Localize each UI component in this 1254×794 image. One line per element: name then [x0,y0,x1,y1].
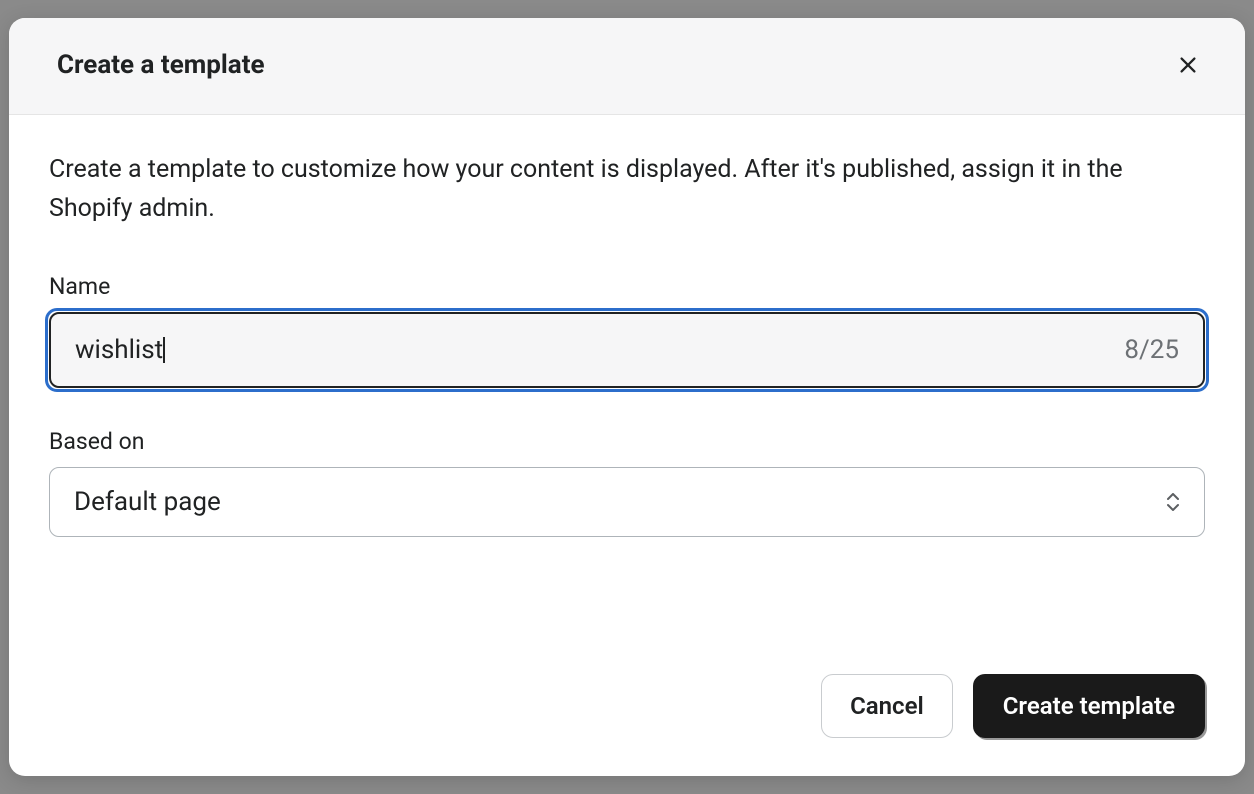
close-button[interactable] [1169,46,1207,84]
create-template-button[interactable]: Create template [973,674,1205,738]
based-on-select-wrapper: Default page [49,467,1205,537]
based-on-selected-value: Default page [74,487,221,517]
char-counter: 8/25 [1124,335,1179,365]
name-input-wrapper: wishlist 8/25 [49,312,1205,388]
modal-footer: Cancel Create template [9,650,1245,776]
name-input[interactable]: wishlist 8/25 [49,312,1205,388]
modal-title: Create a template [57,50,265,80]
create-template-modal: Create a template Create a template to c… [9,18,1245,776]
cancel-button[interactable]: Cancel [821,674,953,738]
based-on-label: Based on [49,428,1205,455]
name-label: Name [49,273,1205,300]
modal-body: Create a template to customize how your … [9,115,1245,650]
modal-header: Create a template [9,18,1245,115]
close-icon [1177,54,1199,76]
modal-description: Create a template to customize how your … [49,151,1205,229]
based-on-select[interactable]: Default page [49,467,1205,537]
name-input-value: wishlist [75,335,163,365]
select-chevrons-icon [1166,493,1180,511]
